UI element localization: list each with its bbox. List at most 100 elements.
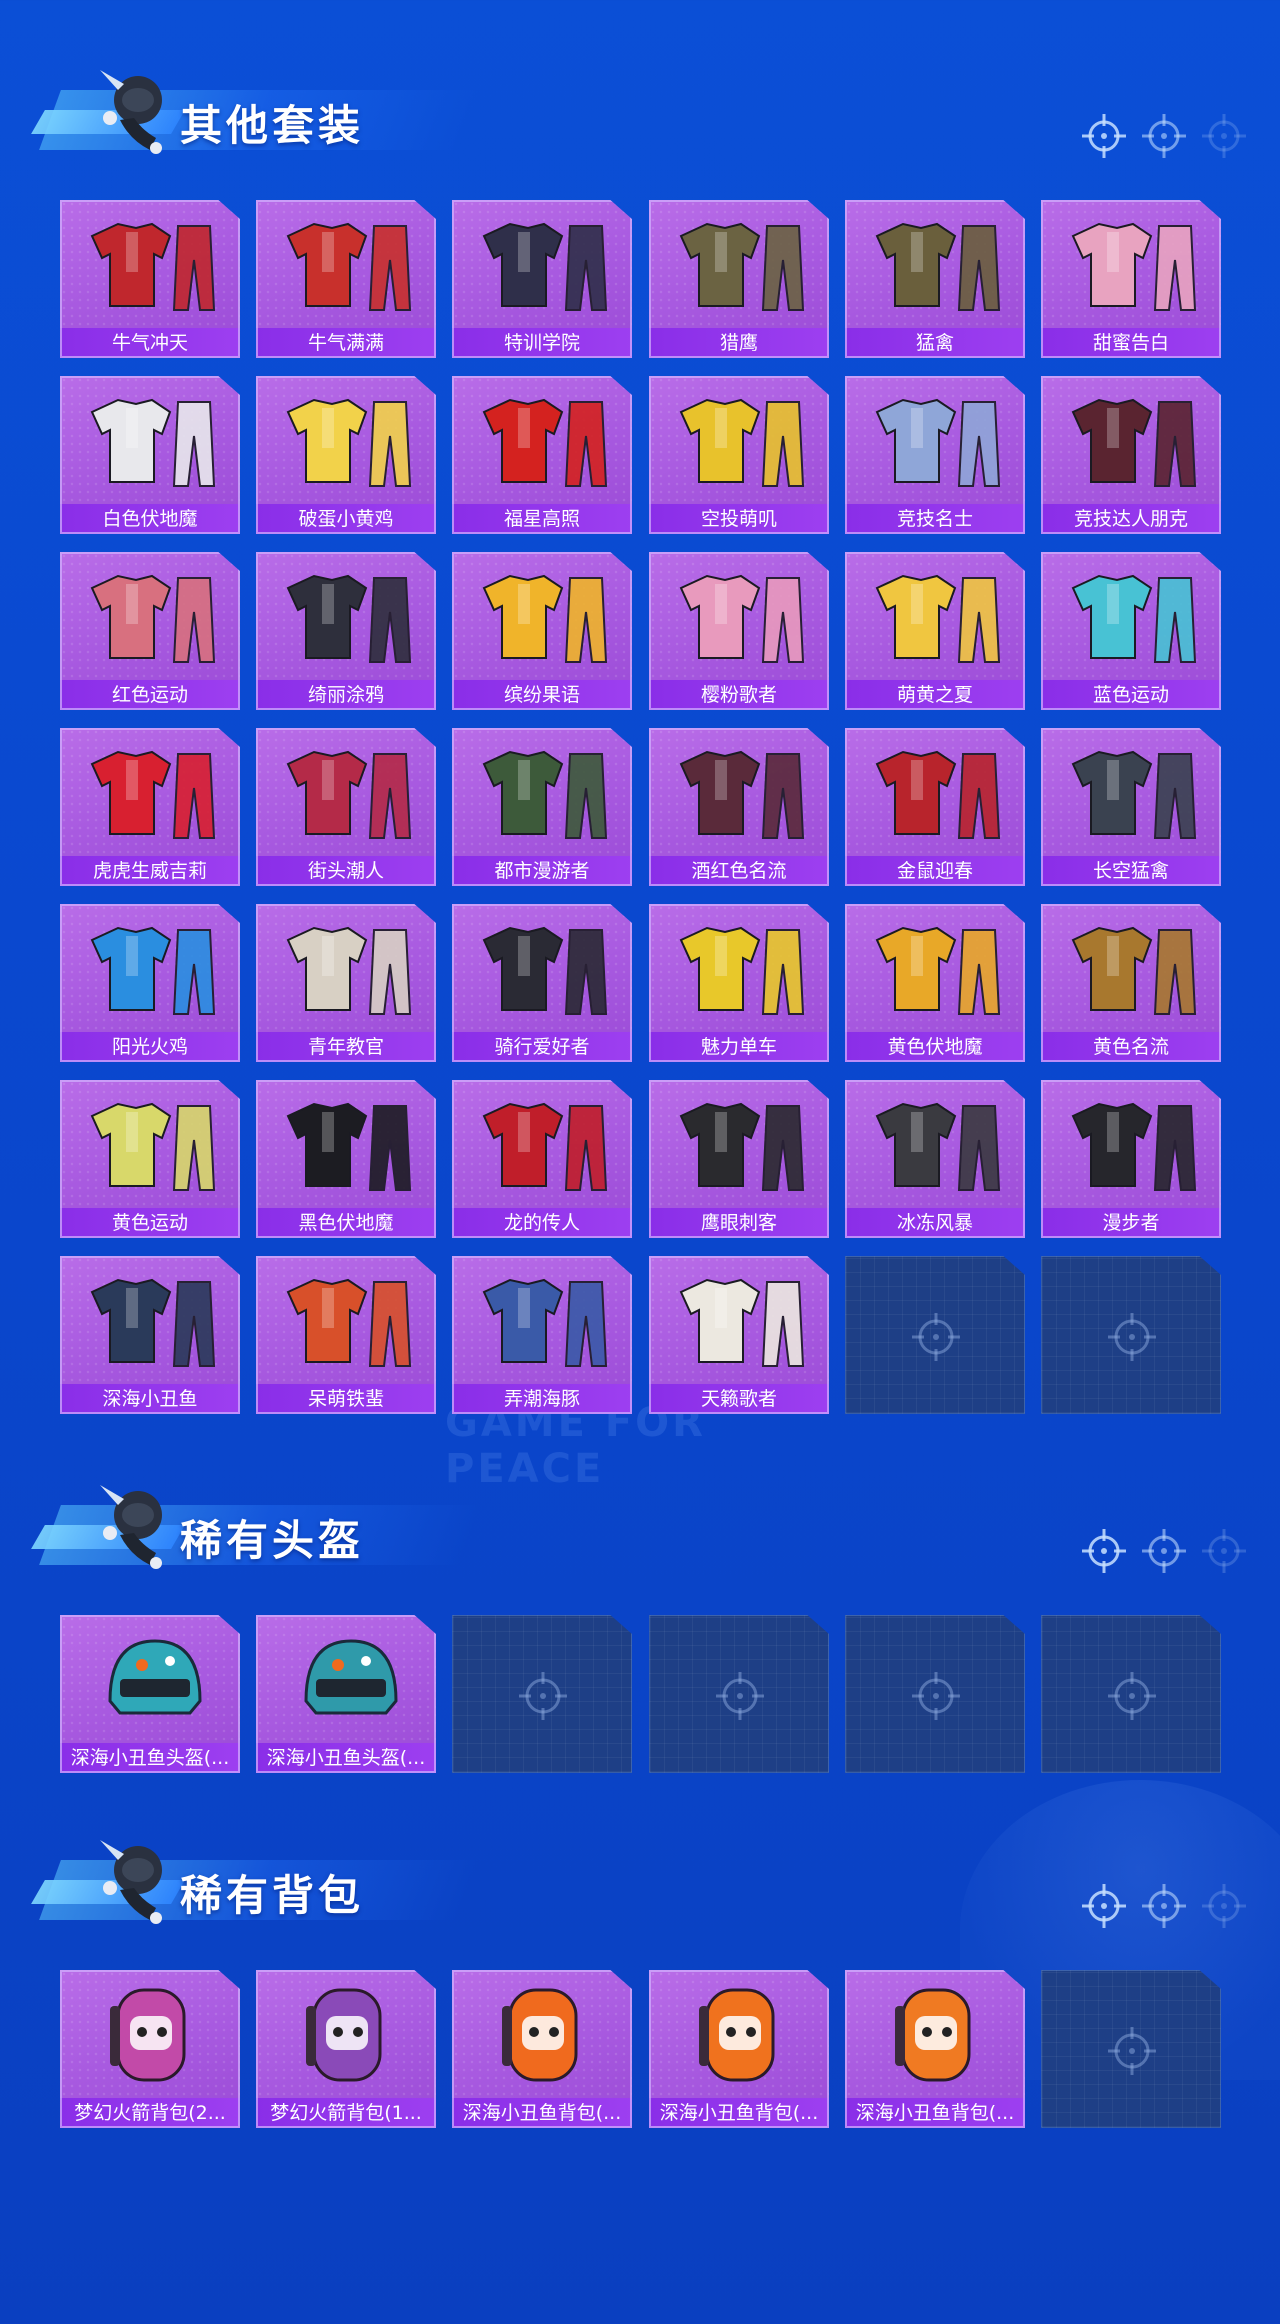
item-card[interactable]: 牛气冲天 bbox=[60, 200, 240, 358]
reticle-indicators bbox=[1080, 1882, 1250, 1932]
crosshair-icon bbox=[710, 1666, 770, 1726]
item-card[interactable]: 冰冻风暴 bbox=[845, 1080, 1025, 1238]
section-header: 稀有头盔 bbox=[30, 1475, 481, 1575]
section-1: 稀有头盔 深海小丑鱼头盔(... 深海小丑鱼头盔(... bbox=[0, 1475, 1280, 1875]
item-card[interactable]: 魅力单车 bbox=[649, 904, 829, 1062]
item-name: 长空猛禽 bbox=[1041, 856, 1221, 886]
item-name: 竞技名士 bbox=[845, 504, 1025, 534]
outfit-thumbnail bbox=[1051, 910, 1211, 1026]
item-card[interactable]: 鹰眼刺客 bbox=[649, 1080, 829, 1238]
item-name: 黄色伏地魔 bbox=[845, 1032, 1025, 1062]
item-name: 骑行爱好者 bbox=[452, 1032, 632, 1062]
item-name: 竞技达人朋克 bbox=[1041, 504, 1221, 534]
item-card[interactable]: 梦幻火箭背包(1... bbox=[256, 1970, 436, 2128]
crosshair-icon bbox=[1200, 1527, 1248, 1575]
item-card[interactable]: 黑色伏地魔 bbox=[256, 1080, 436, 1238]
item-name: 深海小丑鱼背包(... bbox=[452, 2098, 632, 2128]
section-title: 其他套装 bbox=[180, 101, 365, 150]
outfit-thumbnail bbox=[70, 382, 230, 498]
item-card[interactable]: 青年教官 bbox=[256, 904, 436, 1062]
item-card[interactable]: 虎虎生威吉莉 bbox=[60, 728, 240, 886]
item-card[interactable]: 酒红色名流 bbox=[649, 728, 829, 886]
outfit-thumbnail bbox=[659, 382, 819, 498]
outfit-thumbnail bbox=[462, 206, 622, 322]
item-card[interactable]: 呆萌铁蜚 bbox=[256, 1256, 436, 1414]
outfit-thumbnail bbox=[70, 910, 230, 1026]
item-card[interactable]: 深海小丑鱼背包(... bbox=[452, 1970, 632, 2128]
item-card[interactable]: 红色运动 bbox=[60, 552, 240, 710]
outfit-thumbnail bbox=[659, 734, 819, 850]
item-card[interactable]: 白色伏地魔 bbox=[60, 376, 240, 534]
item-card[interactable]: 樱粉歌者 bbox=[649, 552, 829, 710]
outfit-thumbnail bbox=[266, 382, 426, 498]
item-card[interactable]: 漫步者 bbox=[1041, 1080, 1221, 1238]
outfit-thumbnail bbox=[266, 734, 426, 850]
item-name: 弄潮海豚 bbox=[452, 1384, 632, 1414]
item-name: 牛气冲天 bbox=[60, 328, 240, 358]
item-card[interactable]: 深海小丑鱼头盔(... bbox=[256, 1615, 436, 1773]
item-name: 深海小丑鱼背包(... bbox=[845, 2098, 1025, 2128]
item-card[interactable]: 黄色伏地魔 bbox=[845, 904, 1025, 1062]
item-name: 深海小丑鱼头盔(... bbox=[60, 1743, 240, 1773]
item-card[interactable]: 骑行爱好者 bbox=[452, 904, 632, 1062]
item-card[interactable]: 深海小丑鱼头盔(... bbox=[60, 1615, 240, 1773]
item-card[interactable]: 萌黄之夏 bbox=[845, 552, 1025, 710]
item-name: 深海小丑鱼头盔(... bbox=[256, 1743, 436, 1773]
item-name: 魅力单车 bbox=[649, 1032, 829, 1062]
item-name: 特训学院 bbox=[452, 328, 632, 358]
empty-slot bbox=[452, 1615, 632, 1773]
item-name: 呆萌铁蜚 bbox=[256, 1384, 436, 1414]
item-card[interactable]: 都市漫游者 bbox=[452, 728, 632, 886]
crosshair-icon bbox=[1080, 1882, 1128, 1930]
section-title: 稀有头盔 bbox=[180, 1516, 365, 1565]
empty-slot bbox=[845, 1256, 1025, 1414]
outfit-thumbnail bbox=[266, 206, 426, 322]
item-card[interactable]: 绮丽涂鸦 bbox=[256, 552, 436, 710]
helmet-thumbnail bbox=[70, 1621, 230, 1737]
outfit-thumbnail bbox=[659, 206, 819, 322]
item-card[interactable]: 龙的传人 bbox=[452, 1080, 632, 1238]
item-card[interactable]: 破蛋小黄鸡 bbox=[256, 376, 436, 534]
item-card[interactable]: 阳光火鸡 bbox=[60, 904, 240, 1062]
item-card[interactable]: 深海小丑鱼 bbox=[60, 1256, 240, 1414]
outfit-thumbnail bbox=[462, 1086, 622, 1202]
item-card[interactable]: 甜蜜告白 bbox=[1041, 200, 1221, 358]
item-card[interactable]: 天籁歌者 bbox=[649, 1256, 829, 1414]
outfit-thumbnail bbox=[462, 1262, 622, 1378]
item-card[interactable]: 长空猛禽 bbox=[1041, 728, 1221, 886]
item-card[interactable]: 竞技名士 bbox=[845, 376, 1025, 534]
backpack-thumbnail bbox=[266, 1976, 426, 2092]
item-card[interactable]: 福星高照 bbox=[452, 376, 632, 534]
crosshair-icon bbox=[1200, 112, 1248, 160]
item-card[interactable]: 特训学院 bbox=[452, 200, 632, 358]
mascot-icon bbox=[90, 1475, 180, 1571]
item-card[interactable]: 牛气满满 bbox=[256, 200, 436, 358]
item-card[interactable]: 弄潮海豚 bbox=[452, 1256, 632, 1414]
outfit-thumbnail bbox=[70, 206, 230, 322]
item-card[interactable]: 黄色运动 bbox=[60, 1080, 240, 1238]
item-card[interactable]: 竞技达人朋克 bbox=[1041, 376, 1221, 534]
item-card[interactable]: 梦幻火箭背包(2... bbox=[60, 1970, 240, 2128]
item-card[interactable]: 空投萌叽 bbox=[649, 376, 829, 534]
item-card[interactable]: 金鼠迎春 bbox=[845, 728, 1025, 886]
helmet-thumbnail bbox=[266, 1621, 426, 1737]
mascot-icon bbox=[90, 60, 180, 156]
item-card[interactable]: 缤纷果语 bbox=[452, 552, 632, 710]
outfit-thumbnail bbox=[855, 1086, 1015, 1202]
item-card[interactable]: 深海小丑鱼背包(... bbox=[845, 1970, 1025, 2128]
item-card[interactable]: 猎鹰 bbox=[649, 200, 829, 358]
item-name: 白色伏地魔 bbox=[60, 504, 240, 534]
item-card[interactable]: 街头潮人 bbox=[256, 728, 436, 886]
item-card[interactable]: 蓝色运动 bbox=[1041, 552, 1221, 710]
reticle-indicators bbox=[1080, 1527, 1250, 1577]
item-name: 都市漫游者 bbox=[452, 856, 632, 886]
item-card[interactable]: 黄色名流 bbox=[1041, 904, 1221, 1062]
item-card[interactable]: 猛禽 bbox=[845, 200, 1025, 358]
empty-slot bbox=[1041, 1615, 1221, 1773]
item-name: 梦幻火箭背包(1... bbox=[256, 2098, 436, 2128]
outfit-thumbnail bbox=[266, 1086, 426, 1202]
item-name: 缤纷果语 bbox=[452, 680, 632, 710]
outfit-thumbnail bbox=[1051, 558, 1211, 674]
item-card[interactable]: 深海小丑鱼背包(... bbox=[649, 1970, 829, 2128]
section-title: 稀有背包 bbox=[180, 1871, 365, 1920]
